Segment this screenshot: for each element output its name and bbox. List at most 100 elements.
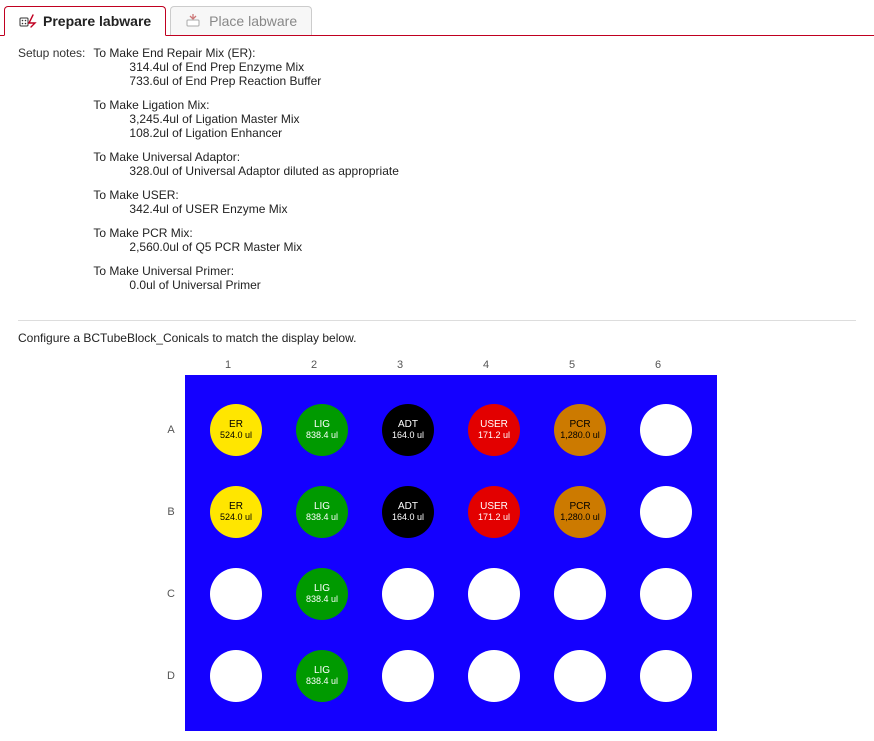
well-volume: 838.4 ul [306,431,338,440]
well-B5[interactable]: PCR1,280.0 ul [554,486,606,538]
place-icon [185,14,203,28]
well-cell: PCR1,280.0 ul [537,471,623,553]
well-cell [193,553,279,635]
well-label: PCR [569,420,590,431]
row-label: A [157,424,185,436]
well-volume: 171.2 ul [478,431,510,440]
well-B4[interactable]: USER171.2 ul [468,486,520,538]
row-label: C [157,588,185,600]
tab-bar: Prepare labware Place labware [0,6,874,36]
well-label: LIG [314,666,330,677]
setup-group-title: To Make Ligation Mix: [93,98,399,112]
setup-group: To Make USER:342.4ul of USER Enzyme Mix [93,188,399,216]
setup-notes: Setup notes: To Make End Repair Mix (ER)… [18,46,856,302]
col-header: 5 [529,359,615,375]
well-volume: 164.0 ul [392,513,424,522]
well-B6[interactable] [640,486,692,538]
setup-group: To Make PCR Mix:2,560.0ul of Q5 PCR Mast… [93,226,399,254]
well-label: PCR [569,502,590,513]
well-C4[interactable] [468,568,520,620]
setup-group-line: 342.4ul of USER Enzyme Mix [93,202,399,216]
well-B1[interactable]: ER524.0 ul [210,486,262,538]
well-cell: ADT164.0 ul [365,389,451,471]
setup-group-line: 733.6ul of End Prep Reaction Buffer [93,74,399,88]
well-C3[interactable] [382,568,434,620]
labware-icon [19,14,37,28]
well-A5[interactable]: PCR1,280.0 ul [554,404,606,456]
setup-group-line: 328.0ul of Universal Adaptor diluted as … [93,164,399,178]
well-volume: 171.2 ul [478,513,510,522]
well-D1[interactable] [210,650,262,702]
well-cell [623,553,709,635]
well-volume: 838.4 ul [306,677,338,686]
well-A6[interactable] [640,404,692,456]
well-volume: 838.4 ul [306,595,338,604]
well-A2[interactable]: LIG838.4 ul [296,404,348,456]
well-volume: 164.0 ul [392,431,424,440]
well-A3[interactable]: ADT164.0 ul [382,404,434,456]
setup-group-line: 108.2ul of Ligation Enhancer [93,126,399,140]
well-B3[interactable]: ADT164.0 ul [382,486,434,538]
row-label: D [157,670,185,682]
setup-group-line: 0.0ul of Universal Primer [93,278,399,292]
well-B2[interactable]: LIG838.4 ul [296,486,348,538]
well-C5[interactable] [554,568,606,620]
well-label: ER [229,420,243,431]
separator [18,320,856,321]
tab-label: Prepare labware [43,13,151,29]
well-label: LIG [314,502,330,513]
well-cell [193,635,279,717]
well-C1[interactable] [210,568,262,620]
setup-group: To Make End Repair Mix (ER):314.4ul of E… [93,46,399,88]
well-cell: PCR1,280.0 ul [537,389,623,471]
well-cell [365,553,451,635]
well-volume: 1,280.0 ul [560,431,600,440]
well-label: ER [229,502,243,513]
tab-prepare-labware[interactable]: Prepare labware [4,6,166,36]
well-cell [537,553,623,635]
well-cell [451,553,537,635]
well-D4[interactable] [468,650,520,702]
well-D6[interactable] [640,650,692,702]
setup-group-title: To Make Universal Adaptor: [93,150,399,164]
well-label: ADT [398,420,418,431]
well-cell: LIG838.4 ul [279,471,365,553]
tab-place-labware[interactable]: Place labware [170,6,312,35]
configure-instruction: Configure a BCTubeBlock_Conicals to matc… [18,331,856,345]
well-cell: ADT164.0 ul [365,471,451,553]
well-volume: 838.4 ul [306,513,338,522]
well-cell [623,635,709,717]
setup-group-line: 3,245.4ul of Ligation Master Mix [93,112,399,126]
col-header: 6 [615,359,701,375]
setup-group: To Make Universal Primer:0.0ul of Univer… [93,264,399,292]
setup-notes-label: Setup notes: [18,46,85,302]
well-label: USER [480,420,508,431]
row-label: B [157,506,185,518]
col-header: 2 [271,359,357,375]
setup-group-title: To Make End Repair Mix (ER): [93,46,399,60]
well-cell [451,635,537,717]
well-label: ADT [398,502,418,513]
setup-group: To Make Ligation Mix:3,245.4ul of Ligati… [93,98,399,140]
tube-block-body: ER524.0 ulLIG838.4 ulADT164.0 ulUSER171.… [185,375,717,731]
well-cell: ER524.0 ul [193,389,279,471]
well-volume: 1,280.0 ul [560,513,600,522]
well-volume: 524.0 ul [220,513,252,522]
well-D5[interactable] [554,650,606,702]
well-cell [537,635,623,717]
well-cell: LIG838.4 ul [279,553,365,635]
well-C2[interactable]: LIG838.4 ul [296,568,348,620]
well-C6[interactable] [640,568,692,620]
well-cell [623,471,709,553]
col-header: 1 [185,359,271,375]
well-A4[interactable]: USER171.2 ul [468,404,520,456]
setup-group-title: To Make PCR Mix: [93,226,399,240]
well-cell [623,389,709,471]
well-D2[interactable]: LIG838.4 ul [296,650,348,702]
well-cell: USER171.2 ul [451,389,537,471]
well-D3[interactable] [382,650,434,702]
well-label: LIG [314,584,330,595]
well-volume: 524.0 ul [220,431,252,440]
well-cell: LIG838.4 ul [279,389,365,471]
well-A1[interactable]: ER524.0 ul [210,404,262,456]
